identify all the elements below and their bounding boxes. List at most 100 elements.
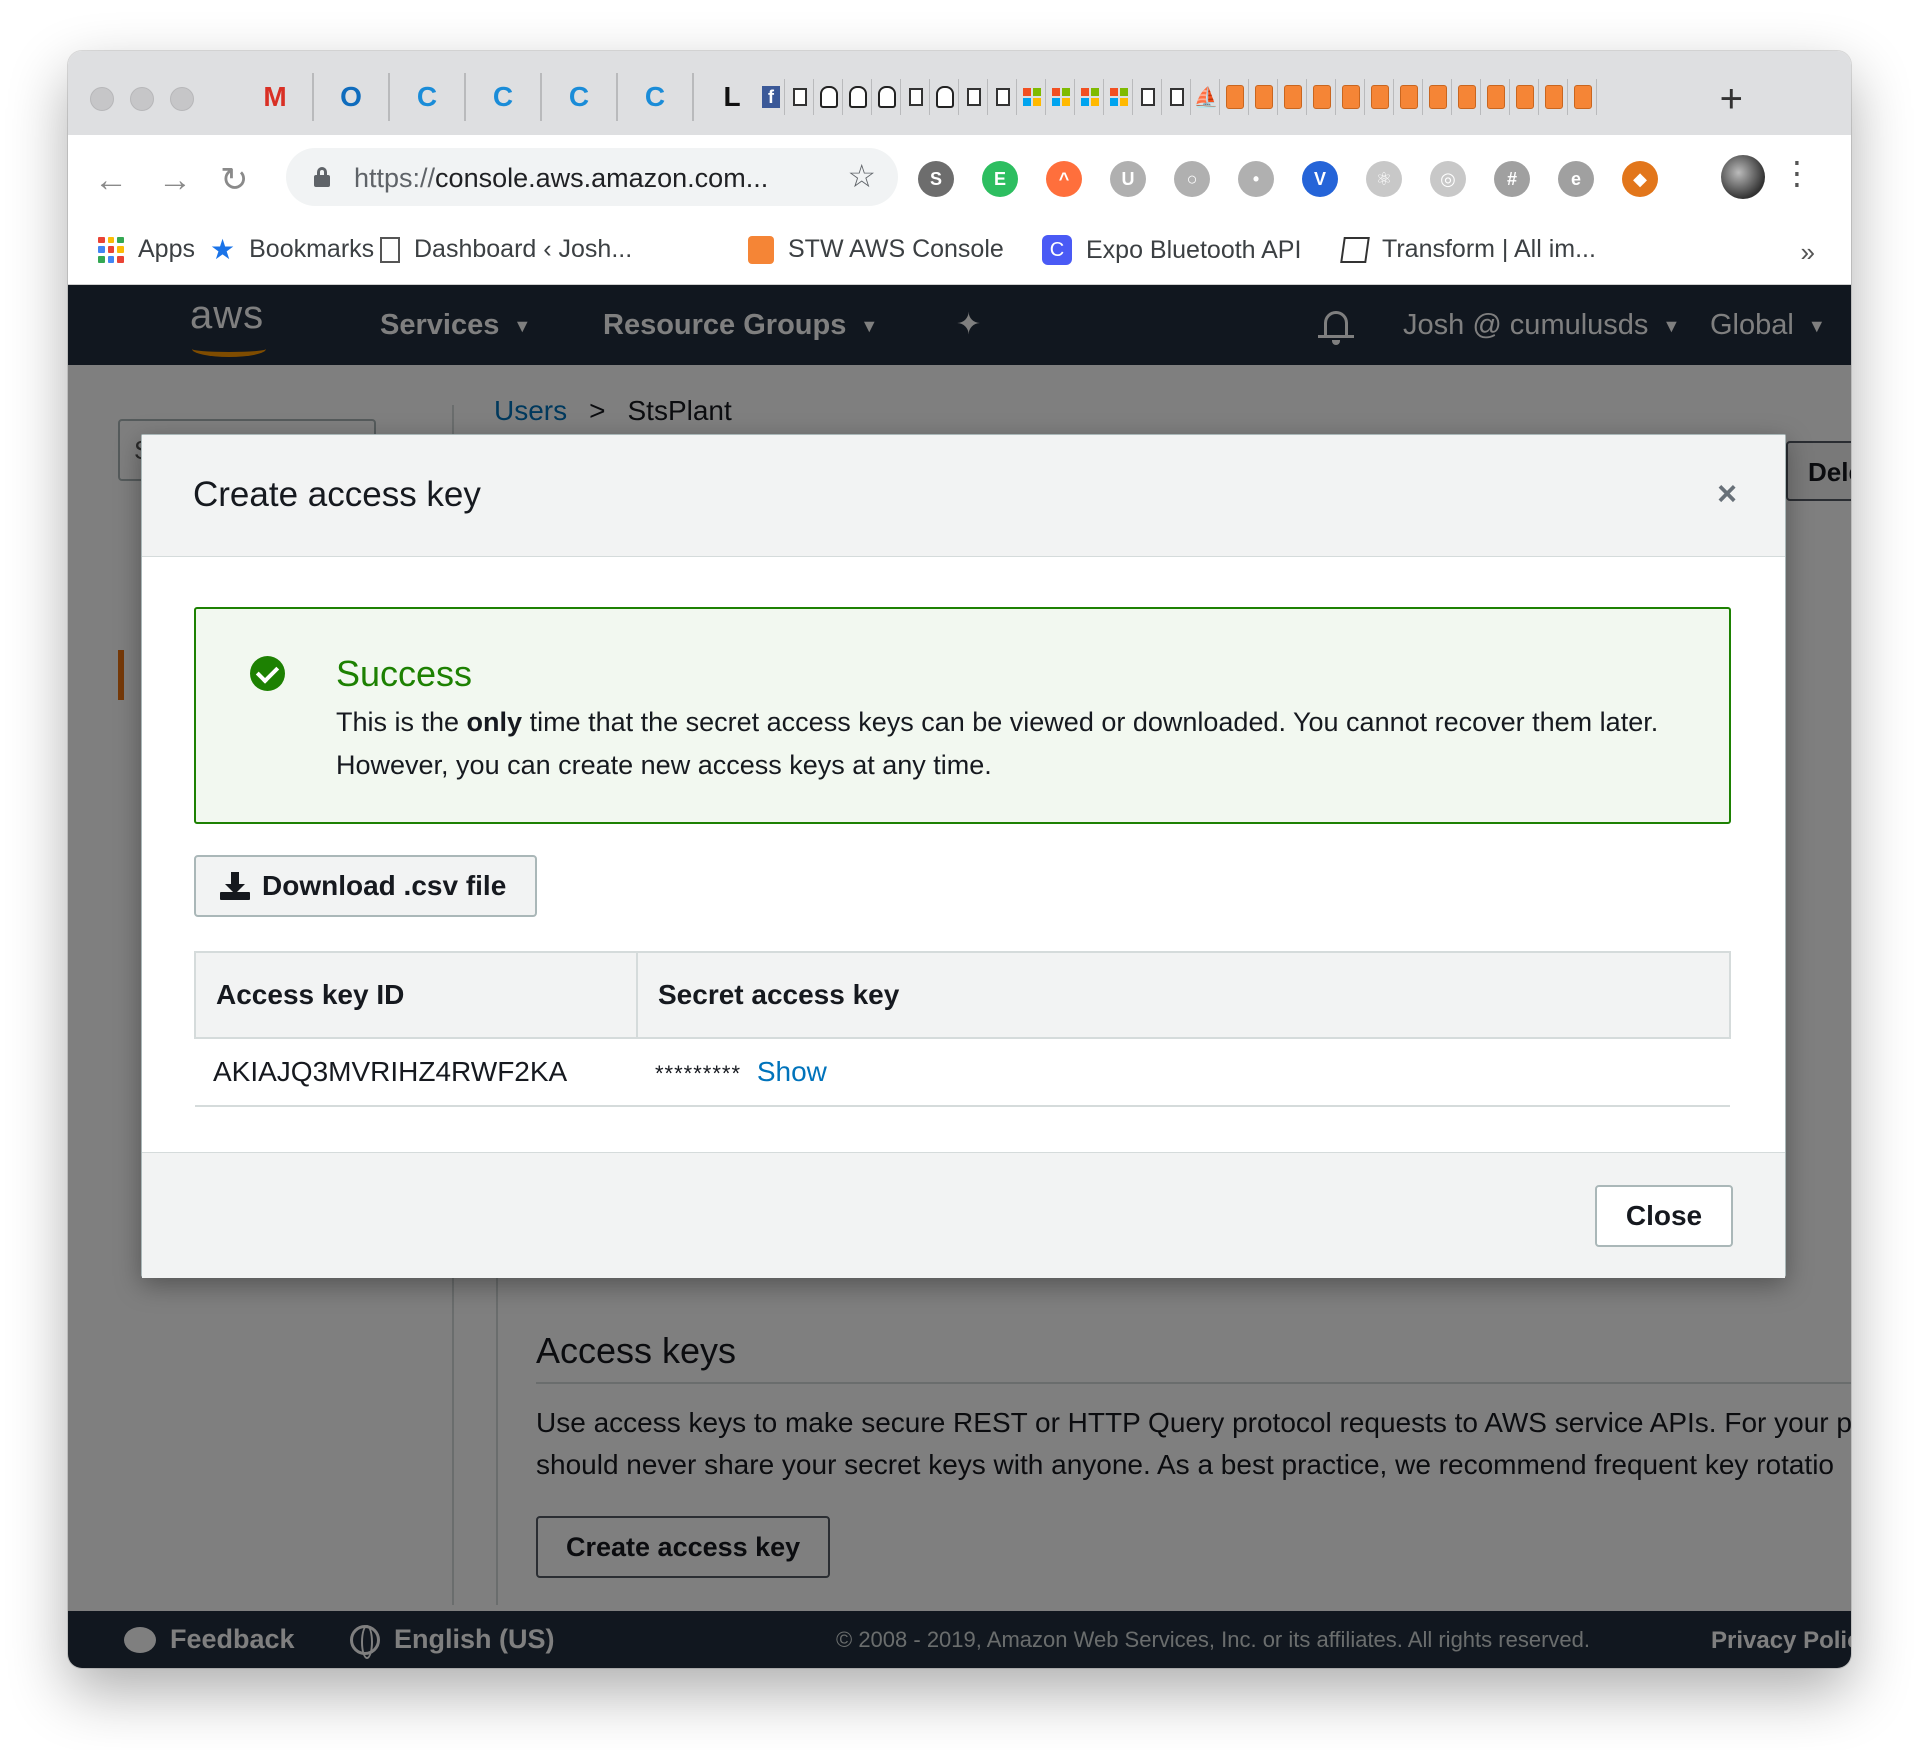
circle-extension-icon[interactable]: ○ [1174,161,1210,197]
modal-footer: Close [142,1152,1785,1278]
browser-tab[interactable] [903,79,930,115]
access-keys-table: Access key ID Secret access key AKIAJQ3M… [194,951,1731,1107]
browser-tab[interactable] [1106,79,1133,115]
tag-extension-icon[interactable]: # [1494,161,1530,197]
u-extension-icon[interactable]: U [1110,161,1146,197]
back-arrow-icon[interactable]: ← [94,163,128,197]
bookmark-dashboard[interactable]: Dashboard ‹ Josh... [380,235,632,264]
outlook-icon: O [340,81,362,112]
bookmark-transform[interactable]: Transform | All im... [1340,235,1596,264]
url-text[interactable]: https://console.aws.amazon.com... [354,163,768,194]
browser-tab[interactable] [1541,79,1568,115]
page-icon [793,88,807,106]
browser-tab[interactable]: ⛵ [1193,79,1220,115]
browser-tab[interactable] [1164,79,1191,115]
browser-tab[interactable] [816,79,843,115]
browser-tab[interactable] [1135,79,1162,115]
helmet-icon [849,86,867,108]
pinned-tab[interactable]: C [542,73,618,121]
helmet-icon [936,86,954,108]
microsoft-icon [1081,88,1099,106]
browser-tab[interactable] [1309,79,1336,115]
browser-tab[interactable] [1280,79,1307,115]
browser-tab[interactable] [1425,79,1452,115]
reload-icon[interactable]: ↻ [220,163,249,197]
create-access-key-modal: Create access key × Success This is the … [141,434,1786,1278]
aws-cube-icon [1400,85,1418,109]
browser-tab[interactable] [990,79,1017,115]
evernote-icon[interactable]: E [982,161,1018,197]
browser-tab[interactable] [961,79,988,115]
pinned-tab[interactable]: M [238,73,314,121]
browser-tab[interactable] [874,79,901,115]
aws-cube-icon [1284,85,1302,109]
pinned-tab[interactable]: C [466,73,542,121]
bookmark-expo-bluetooth[interactable]: C Expo Bluetooth API [1042,235,1301,265]
vue-extension-icon[interactable]: V [1302,161,1338,197]
browser-tab[interactable] [932,79,959,115]
e-extension-icon[interactable]: e [1558,161,1594,197]
check-circle-icon [250,656,285,691]
bookmark-apps[interactable]: Apps [98,235,195,264]
metamask-icon[interactable]: ◆ [1622,161,1658,197]
bookmark-bookmarks[interactable]: ★ Bookmarks [210,235,374,264]
aws-cube-icon [1429,85,1447,109]
s-extension-icon[interactable]: S [918,161,954,197]
browser-tab[interactable] [1570,79,1597,115]
new-tab-button[interactable]: + [1720,79,1743,119]
access-key-id-cell: AKIAJQ3MVRIHZ4RWF2KA [195,1038,637,1107]
dot-extension-icon[interactable]: • [1238,161,1274,197]
browser-tab[interactable] [1367,79,1394,115]
window-close-dot[interactable] [90,87,114,111]
close-icon[interactable]: × [1717,477,1737,511]
c-app-icon: C [568,81,590,112]
close-button[interactable]: Close [1595,1185,1733,1247]
c-bookmark-icon: C [1042,235,1072,265]
bookmark-stw-aws-console[interactable]: STW AWS Console [748,235,1004,264]
aws-cube-icon [1313,85,1331,109]
browser-tab[interactable] [1483,79,1510,115]
window-minimize-dot[interactable] [130,87,154,111]
download-csv-button[interactable]: Download .csv file [194,855,537,917]
browser-tab[interactable] [1251,79,1278,115]
browser-tab[interactable] [787,79,814,115]
target-extension-icon[interactable]: ◎ [1430,161,1466,197]
address-bar[interactable]: https://console.aws.amazon.com... ☆ [286,148,898,206]
page-icon [967,88,981,106]
bookmarks-overflow-button[interactable]: » [1801,237,1815,268]
page-icon [996,88,1010,106]
aws-cube-icon [1516,85,1534,109]
browser-tab[interactable] [1396,79,1423,115]
show-secret-link[interactable]: Show [757,1056,827,1087]
browser-tab[interactable] [1454,79,1481,115]
browser-tab[interactable] [1077,79,1104,115]
browser-tab[interactable] [845,79,872,115]
profile-avatar[interactable] [1721,155,1765,199]
aws-cube-icon [748,235,774,264]
c-app-icon: C [492,81,514,112]
modal-title: Create access key [193,475,481,514]
aws-cube-icon [1458,85,1476,109]
pinned-tab[interactable]: C [618,73,694,121]
rainbow-icon[interactable]: ^ [1046,161,1082,197]
sail-icon: ⛵ [1193,86,1219,109]
browser-tab[interactable] [1338,79,1365,115]
facebook-icon: f [762,86,780,108]
react-extension-icon[interactable]: ⚛ [1366,161,1402,197]
pinned-tab[interactable]: C [390,73,466,121]
page-icon [1170,88,1184,106]
page-icon [909,88,923,106]
browser-tab[interactable] [1222,79,1249,115]
microsoft-icon [1110,88,1128,106]
page-icon [380,236,400,263]
browser-menu-icon[interactable]: ⋮ [1781,157,1813,189]
window-zoom-dot[interactable] [170,87,194,111]
star-icon: ★ [210,233,236,265]
browser-tab[interactable] [1512,79,1539,115]
browser-tab[interactable] [1019,79,1046,115]
bookmark-star-icon[interactable]: ☆ [847,160,876,192]
pinned-tab[interactable]: O [314,73,390,121]
browser-tab[interactable] [1048,79,1075,115]
forward-arrow-icon[interactable]: → [158,163,192,197]
browser-tab[interactable]: f [758,79,785,115]
